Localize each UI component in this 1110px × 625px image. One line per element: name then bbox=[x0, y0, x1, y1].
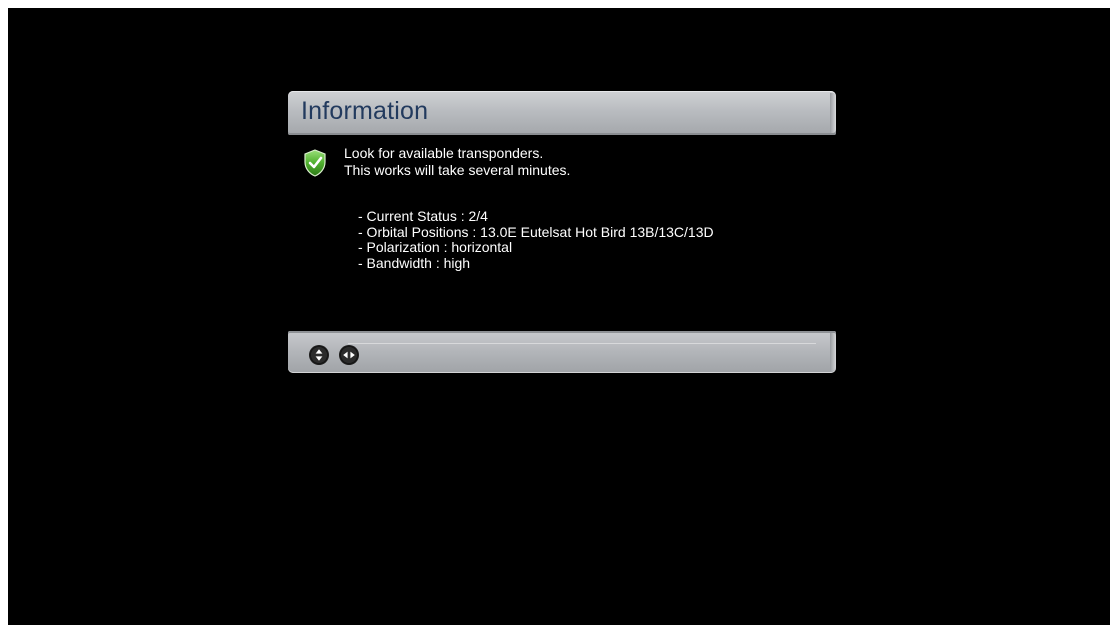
message-line: Look for available transponders. bbox=[344, 145, 544, 161]
dialog-title: Information bbox=[301, 97, 429, 125]
scan-details: - Current Status : 2/4 - Orbital Positio… bbox=[358, 208, 714, 271]
dialog-message: Look for available transponders. This wo… bbox=[344, 145, 570, 179]
tv-screen: Information Look for available transpond… bbox=[8, 8, 1110, 625]
left-right-navigation-icon[interactable] bbox=[340, 346, 358, 364]
detail-polarization: - Polarization : horizontal bbox=[358, 239, 513, 255]
detail-orbital-positions: - Orbital Positions : 13.0E Eutelsat Hot… bbox=[358, 223, 714, 240]
up-down-navigation-icon[interactable] bbox=[310, 346, 328, 364]
dialog-content: Look for available transponders. This wo… bbox=[288, 135, 836, 331]
shield-check-icon bbox=[304, 149, 326, 177]
detail-current-status: - Current Status : 2/4 bbox=[358, 208, 488, 224]
dialog-footer-bar bbox=[288, 331, 836, 373]
message-line: This works will take several minutes. bbox=[344, 162, 571, 178]
information-dialog: Information Look for available transpond… bbox=[288, 91, 836, 373]
detail-bandwidth: - Bandwidth : high bbox=[358, 254, 471, 271]
dialog-title-bar: Information bbox=[288, 91, 836, 135]
